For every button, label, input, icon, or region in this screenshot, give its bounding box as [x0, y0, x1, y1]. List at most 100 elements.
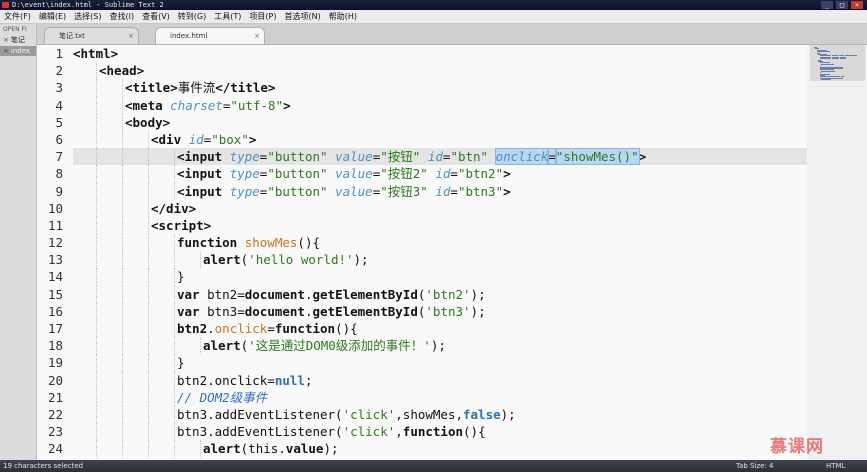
code-line[interactable]: var btn3=document.getElementById('btn3')… [73, 302, 807, 320]
minimap-line [834, 70, 836, 72]
indent-guide [122, 405, 123, 424]
close-file-icon[interactable]: × [3, 36, 9, 44]
minimize-icon[interactable]: _ [821, 1, 833, 9]
indent-guide [174, 234, 175, 252]
close-icon[interactable]: × [851, 1, 863, 9]
code-token: btn3.addEventListener( [177, 424, 343, 440]
indent-guide [96, 423, 97, 441]
code-token: "btn2" [457, 166, 504, 182]
code-token: 'btn2' [425, 286, 471, 302]
code-token: (this. [240, 441, 286, 457]
tab-size-indicator[interactable]: Tab Size: 4 [736, 460, 773, 472]
indent-guide [96, 405, 97, 424]
code-line[interactable]: <input type="button" value="按钮" id="btn"… [73, 148, 807, 166]
code-line[interactable]: <head> [73, 62, 807, 80]
maximize-icon[interactable]: □ [836, 1, 848, 9]
code-token: "btn" [450, 149, 489, 165]
code-line[interactable]: alert('这是通过DOM0级添加的事件！'); [73, 337, 807, 355]
code-token: var [177, 286, 208, 302]
code-line[interactable]: <html> [73, 45, 807, 62]
tab-notes[interactable]: 笔记.txt × [44, 27, 139, 44]
syntax-indicator[interactable]: HTML [826, 460, 845, 472]
menu-find[interactable]: 查找(I) [105, 10, 138, 23]
code-line[interactable]: alert(this.value); [73, 440, 807, 458]
code-line[interactable]: </div> [73, 199, 807, 217]
tab-close-icon[interactable]: × [128, 28, 134, 45]
menu-tools[interactable]: 工具(T) [210, 10, 245, 23]
close-file-icon[interactable]: × [3, 47, 9, 55]
code-token: alert [203, 441, 241, 457]
indent-guide [122, 371, 123, 389]
menu-project[interactable]: 项目(P) [245, 10, 280, 23]
code-token: <title> [125, 80, 178, 96]
indent-guide [200, 251, 201, 269]
code-line[interactable]: <script> [73, 216, 807, 235]
line-number: 22 [47, 406, 63, 422]
indent-guide [174, 268, 175, 286]
indent-guide [96, 234, 97, 252]
code-line[interactable]: <body> [73, 113, 807, 131]
code-line[interactable]: <div id="box"> [73, 130, 807, 149]
code-line[interactable]: btn3.addEventListener('click',function()… [73, 423, 807, 441]
code-token: 'btn3' [425, 303, 471, 319]
menu-file[interactable]: 文件(F) [0, 10, 35, 23]
indent-guide [122, 234, 123, 252]
indent-guide [148, 440, 149, 458]
code-area[interactable]: <html> <head> <title>事件流</title> <meta char… [73, 45, 807, 460]
code-line[interactable]: <meta charset="utf-8"> [73, 96, 807, 114]
menu-preferences[interactable]: 首选项(N) [280, 10, 324, 23]
menu-selection[interactable]: 选择(S) [70, 10, 105, 23]
code-token: // DOM2级事件 [177, 389, 268, 405]
minimap-line [835, 58, 839, 60]
code-line[interactable]: // DOM2级事件 [73, 388, 807, 406]
code-line[interactable]: btn3.addEventListener('click',showMes,fa… [73, 405, 807, 424]
line-number: 23 [47, 424, 63, 440]
tab-index-html[interactable]: index.html × [155, 27, 265, 44]
code-token: > [503, 166, 511, 182]
menu-view[interactable]: 查看(V) [138, 10, 174, 23]
line-number: 12 [47, 235, 63, 251]
code-line[interactable]: btn2.onclick=function(){ [73, 320, 807, 338]
indent-guide [122, 268, 123, 286]
code-token: ); [430, 338, 446, 354]
menu-goto[interactable]: 转到(G) [174, 10, 210, 23]
indent-guide [122, 285, 123, 303]
code-line[interactable]: btn2.onclick=null; [73, 371, 807, 389]
menu-edit[interactable]: 编辑(E) [35, 10, 70, 23]
code-line[interactable]: <title>事件流</title> [73, 79, 807, 97]
code-line[interactable]: function showMes(){ [73, 234, 807, 252]
minimap-line [828, 51, 830, 53]
sidebar-file-index[interactable]: × index [0, 46, 36, 56]
code-line[interactable]: <input type="button" value="按钮3" id="btn… [73, 182, 807, 200]
code-editor[interactable]: 1 2 3 4 5 6 7 8 9 10 11 12 13 14 15 16 17 18 19 20 21 22 23 24 … [37, 45, 807, 460]
code-token: value [335, 149, 373, 165]
menu-help[interactable]: 帮助(H) [325, 10, 361, 23]
code-token: <input [177, 166, 230, 182]
minimap-line [855, 55, 857, 57]
code-token: "button" [267, 183, 328, 199]
indent-guide [96, 440, 97, 458]
indent-guide [174, 182, 175, 200]
indent-guide [174, 354, 175, 372]
minimap[interactable] [808, 45, 867, 460]
code-line[interactable]: var btn2=document.getElementById('btn2')… [73, 285, 807, 303]
code-line[interactable]: } [73, 354, 807, 372]
sidebar-file-label: 笔记 [10, 36, 25, 44]
indent-guide [122, 337, 123, 355]
minimap-line [829, 79, 831, 81]
sidebar: OPEN FI × 笔记 × index [0, 24, 37, 460]
code-line[interactable]: } [73, 268, 807, 286]
indent-guide [148, 199, 149, 217]
sidebar-file-notes[interactable]: × 笔记 [0, 34, 36, 46]
window-title: D:\event\index.html - Sublime Text 2 [12, 1, 164, 9]
minimap-line [828, 73, 830, 75]
code-line[interactable]: <input type="button" value="按钮2" id="btn… [73, 165, 807, 183]
code-token: document [244, 286, 305, 302]
indent-guide [96, 165, 97, 183]
indent-guide [96, 268, 97, 286]
code-line[interactable]: alert('hello world!'); [73, 251, 807, 269]
code-token: > [503, 183, 511, 199]
tab-close-icon[interactable]: × [254, 28, 260, 45]
selected-code: onclick [494, 148, 550, 166]
